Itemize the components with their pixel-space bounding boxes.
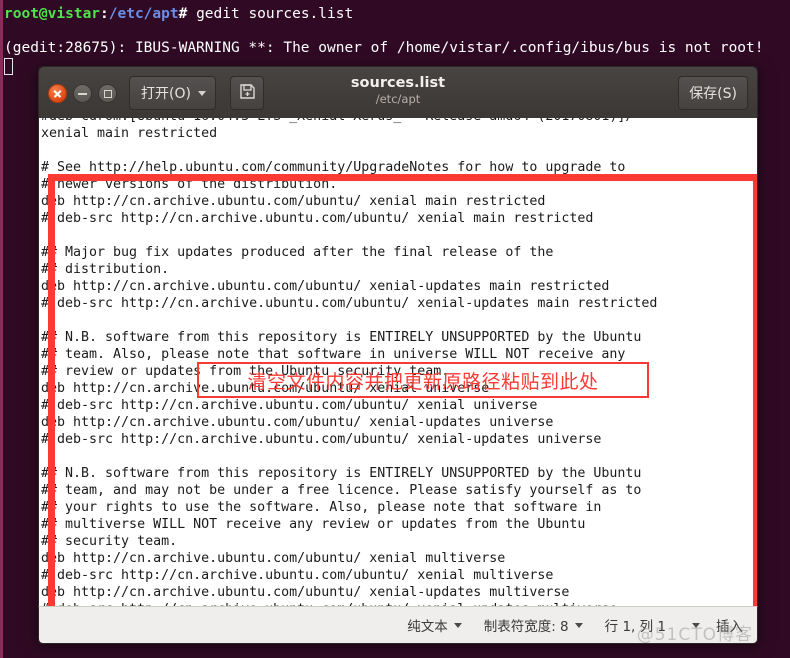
editor-line: ## N.B. software from this repository is…	[41, 466, 642, 481]
terminal-path: /etc/apt	[108, 6, 179, 22]
language-label: 纯文本	[407, 619, 448, 635]
insert-mode-label: 插入	[716, 619, 743, 635]
editor-line: deb http://cn.archive.ubuntu.com/ubuntu/…	[41, 279, 610, 294]
editor-line: deb http://cn.archive.ubuntu.com/ubuntu/…	[41, 551, 506, 566]
cursor-position: 行 1, 列 1	[605, 615, 666, 635]
editor-line: ## team, and may not be under a free lic…	[41, 483, 642, 498]
terminal-cursor	[4, 58, 13, 75]
terminal-left-accent	[0, 0, 3, 658]
open-button[interactable]: 打开(O)	[129, 76, 216, 110]
terminal-prompt-line: root@vistar:/etc/apt# gedit sources.list	[4, 6, 353, 23]
language-selector[interactable]: 纯文本	[407, 615, 462, 635]
chevron-down-icon	[574, 622, 583, 628]
save-as-icon	[239, 83, 256, 104]
tab-width-selector[interactable]: 制表符宽度: 8	[484, 615, 583, 635]
editor-line: # See http://help.ubuntu.com/community/U…	[41, 160, 626, 175]
editor-area[interactable]: #deb cdrom:[Ubuntu 16.04.3 LTS _Xenial X…	[38, 118, 758, 606]
open-button-label: 打开(O)	[141, 86, 191, 102]
titlebar[interactable]: 打开(O) sources.list /etc/apt 保存(S)	[38, 66, 758, 118]
editor-line: deb http://cn.archive.ubuntu.com/ubuntu/…	[41, 194, 546, 209]
chevron-down-icon	[692, 622, 700, 628]
minimize-icon[interactable]	[73, 84, 92, 103]
statusbar: 纯文本 制表符宽度: 8 行 1, 列 1 插入 @51CTO博客	[38, 606, 758, 645]
editor-line: ## review or updates from the Ubuntu sec…	[41, 364, 450, 379]
editor-line: ## security team.	[41, 534, 178, 549]
editor-line: deb http://cn.archive.ubuntu.com/ubuntu/…	[41, 585, 570, 600]
save-button-label: 保存(S)	[689, 86, 737, 102]
editor-line: ## your rights to use the software. Also…	[41, 500, 602, 515]
editor-line: ## N.B. software from this repository is…	[41, 330, 642, 345]
editor-line: ## distribution.	[41, 262, 170, 277]
editor-line: ## multiverse WILL NOT receive any revie…	[41, 517, 586, 532]
editor-line: # deb-src http://cn.archive.ubuntu.com/u…	[41, 398, 538, 413]
editor-line: deb http://cn.archive.ubuntu.com/ubuntu/…	[41, 415, 554, 430]
insert-mode-indicator: 插入	[716, 615, 743, 635]
editor-line: xenial main restricted	[41, 126, 218, 141]
editor-line: # deb-src http://cn.archive.ubuntu.com/u…	[41, 211, 594, 226]
save-as-button[interactable]	[230, 76, 264, 110]
editor-line: # deb-src http://cn.archive.ubuntu.com/u…	[41, 568, 554, 583]
terminal-user: root@vistar	[4, 6, 101, 22]
editor-line: # deb-src http://cn.archive.ubuntu.com/u…	[41, 432, 602, 447]
close-icon[interactable]	[48, 84, 67, 103]
editor-line: ## Major bug fix updates produced after …	[41, 245, 554, 260]
cursor-position-label: 行 1, 列 1	[604, 619, 666, 635]
editor-line: ## team. Also, please note that software…	[41, 347, 626, 362]
editor-line: # newer versions of the distribution.	[41, 177, 338, 192]
editor-line: #deb cdrom:[Ubuntu 16.04.3 LTS _Xenial X…	[41, 118, 657, 125]
terminal-command: gedit sources.list	[187, 6, 354, 22]
chevron-down-icon	[197, 90, 206, 96]
gedit-window[interactable]: 打开(O) sources.list /etc/apt 保存(S) xenial…	[38, 66, 758, 645]
editor-line: deb http://cn.archive.ubuntu.com/ubuntu/…	[41, 381, 490, 396]
editor-text[interactable]: #deb cdrom:[Ubuntu 16.04.3 LTS _Xenial X…	[41, 118, 657, 606]
save-button[interactable]: 保存(S)	[678, 76, 748, 110]
statusbar-extra-dropdown[interactable]	[692, 622, 700, 628]
chevron-down-icon	[453, 622, 462, 628]
tab-width-label: 制表符宽度: 8	[483, 619, 569, 635]
terminal-warning-line: (gedit:28675): IBUS-WARNING **: The owne…	[4, 40, 764, 56]
editor-line: # deb-src http://cn.archive.ubuntu.com/u…	[41, 296, 658, 311]
maximize-icon[interactable]	[98, 84, 117, 103]
terminal-colon: :	[100, 6, 109, 22]
screen: root@vistar:/etc/apt# gedit sources.list…	[0, 0, 790, 658]
